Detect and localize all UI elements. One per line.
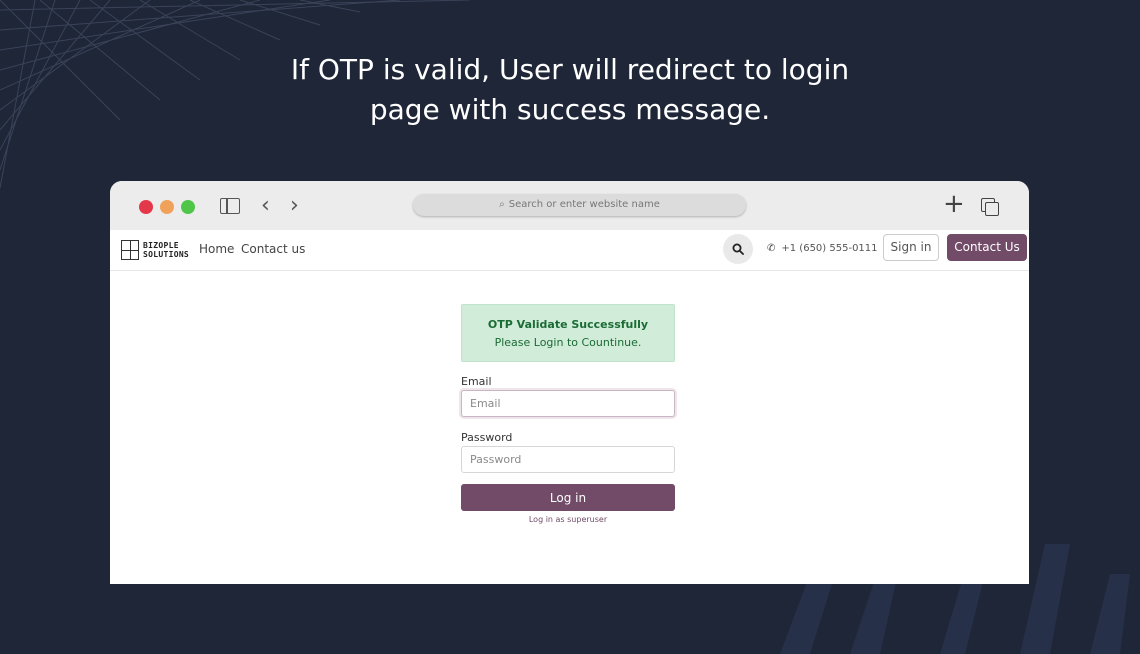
forward-icon[interactable]: › xyxy=(290,195,299,217)
superuser-login-link[interactable]: Log in as superuser xyxy=(461,515,675,524)
phone-icon: ✆ xyxy=(767,243,776,254)
email-field[interactable] xyxy=(461,390,675,417)
nav-contact-link[interactable]: Contact us xyxy=(241,242,305,256)
password-field[interactable] xyxy=(461,446,675,473)
minimize-window-button[interactable] xyxy=(160,200,174,214)
address-placeholder: Search or enter website name xyxy=(508,199,660,210)
back-icon[interactable]: ‹ xyxy=(261,195,270,217)
site-header: BIZOPLE SOLUTIONS Home Contact us ✆ +1 (6… xyxy=(110,230,1029,271)
browser-toolbar: ‹ › ⌕ Search or enter website name + xyxy=(110,181,1029,230)
search-icon: ⌕ xyxy=(499,199,505,210)
browser-window: ‹ › ⌕ Search or enter website name + BIZO… xyxy=(110,181,1029,584)
logo-mark-icon xyxy=(121,240,139,260)
email-label: Email xyxy=(461,375,492,388)
headline: If OTP is valid, User will redirect to l… xyxy=(0,50,1140,130)
phone-text: +1 (650) 555-0111 xyxy=(781,243,878,254)
alert-title: OTP Validate Successfully xyxy=(487,318,649,331)
phone-number[interactable]: ✆ +1 (650) 555-0111 xyxy=(767,243,878,254)
headline-line-2: page with success message. xyxy=(369,93,771,126)
maximize-window-button[interactable] xyxy=(181,200,195,214)
sidebar-icon[interactable] xyxy=(220,198,240,214)
log-in-button[interactable]: Log in xyxy=(461,484,675,511)
alert-message: Please Login to Countinue. xyxy=(494,336,642,349)
close-window-button[interactable] xyxy=(139,200,153,214)
success-alert: OTP Validate Successfully Please Login t… xyxy=(461,304,675,362)
sign-in-button[interactable]: Sign in xyxy=(883,234,939,261)
logo-line-2: SOLUTIONS xyxy=(143,250,190,259)
headline-line-1: If OTP is valid, User will redirect to l… xyxy=(290,53,850,86)
site-search-button[interactable] xyxy=(723,234,753,264)
password-label: Password xyxy=(461,431,513,444)
bizople-logo[interactable]: BIZOPLE SOLUTIONS xyxy=(121,240,189,260)
tabs-icon[interactable] xyxy=(981,198,999,216)
contact-us-button[interactable]: Contact Us xyxy=(947,234,1027,261)
address-bar[interactable]: ⌕ Search or enter website name xyxy=(413,194,746,216)
new-tab-icon[interactable]: + xyxy=(943,191,965,217)
search-icon xyxy=(732,243,744,255)
nav-home-link[interactable]: Home xyxy=(199,242,234,256)
logo-line-1: BIZOPLE xyxy=(143,241,179,250)
